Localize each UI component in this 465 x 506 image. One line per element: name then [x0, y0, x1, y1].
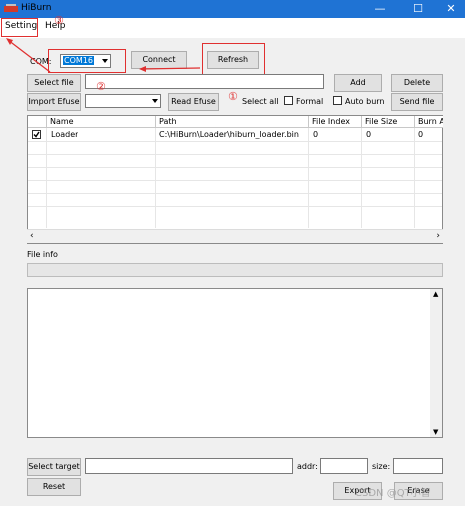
vertical-scrollbar[interactable]: ▲ ▼ — [430, 289, 442, 437]
scroll-left-icon[interactable]: ‹ — [30, 231, 34, 241]
row-checkbox[interactable] — [32, 130, 41, 139]
table-header-burn[interactable]: Burn A — [415, 116, 443, 128]
table-header-check — [28, 116, 47, 128]
annotation-1: ① — [228, 90, 238, 103]
table-header-name[interactable]: Name — [47, 116, 156, 128]
select-target-button[interactable]: Select target — [27, 458, 81, 476]
progress-bar — [27, 263, 443, 277]
auto-burn-label: Auto burn — [345, 97, 385, 106]
highlight-refresh — [202, 43, 265, 75]
table-header-index[interactable]: File Index — [309, 116, 362, 128]
size-input[interactable] — [393, 458, 443, 474]
grid-line — [155, 128, 156, 228]
table-header-size[interactable]: File Size — [362, 116, 415, 128]
target-input[interactable] — [85, 458, 293, 474]
select-all-label[interactable]: Select all — [242, 97, 279, 106]
annotation-3: ③ — [54, 14, 64, 27]
efuse-select[interactable] — [85, 94, 161, 108]
file-info-label: File info — [27, 250, 58, 259]
horizontal-scrollbar[interactable]: ‹ › — [27, 229, 443, 243]
add-button[interactable]: Add — [334, 74, 382, 92]
grid-line — [308, 128, 309, 228]
grid-line — [28, 167, 442, 168]
reset-button[interactable]: Reset — [27, 478, 81, 496]
send-file-button[interactable]: Send file — [391, 93, 443, 111]
annotation-arrows — [6, 38, 201, 73]
window-title: HiBurn — [21, 3, 52, 13]
maximize-button[interactable]: ☐ — [404, 0, 432, 18]
addr-label: addr: — [297, 462, 318, 471]
row-size: 0 — [366, 130, 372, 139]
import-efuse-button[interactable]: Import Efuse — [27, 93, 81, 111]
select-file-button[interactable]: Select file — [27, 74, 81, 92]
checkmark-icon — [33, 131, 40, 138]
grid-line — [28, 154, 442, 155]
csdn-watermark: CSDN @QT小智 — [355, 488, 431, 499]
file-path-input[interactable] — [85, 74, 324, 89]
formal-checkbox[interactable] — [284, 96, 293, 105]
close-button[interactable]: ✕ — [437, 0, 465, 18]
size-label: size: — [372, 462, 391, 471]
scroll-right-icon[interactable]: › — [436, 231, 440, 241]
row-burn: 0 — [418, 130, 424, 139]
row-name: Loader — [51, 130, 79, 139]
read-efuse-button[interactable]: Read Efuse — [168, 93, 219, 111]
scroll-up-icon[interactable]: ▲ — [433, 290, 438, 298]
scroll-down-icon[interactable]: ▼ — [433, 428, 438, 436]
delete-button[interactable]: Delete — [391, 74, 443, 92]
row-path: C:\HiBurn\Loader\hiburn_loader.bin — [159, 130, 299, 139]
formal-label: Formal — [296, 97, 324, 106]
log-output[interactable]: ▲ ▼ — [27, 288, 443, 438]
file-table: Name Path File Index File Size Burn A Lo… — [27, 115, 443, 244]
table-header-path[interactable]: Path — [156, 116, 309, 128]
row-index: 0 — [313, 130, 319, 139]
grid-line — [28, 206, 442, 207]
annotation-2: ② — [96, 80, 106, 93]
grid-line — [361, 128, 362, 228]
grid-line — [414, 128, 415, 228]
grid-line — [28, 141, 442, 142]
auto-burn-checkbox[interactable] — [333, 96, 342, 105]
addr-input[interactable] — [320, 458, 368, 474]
minimize-button[interactable]: — — [366, 0, 394, 18]
grid-line — [46, 128, 47, 228]
title-bar — [0, 0, 465, 18]
app-icon — [4, 4, 18, 12]
grid-line — [28, 193, 442, 194]
grid-line — [28, 180, 442, 181]
chevron-down-icon — [152, 99, 158, 103]
